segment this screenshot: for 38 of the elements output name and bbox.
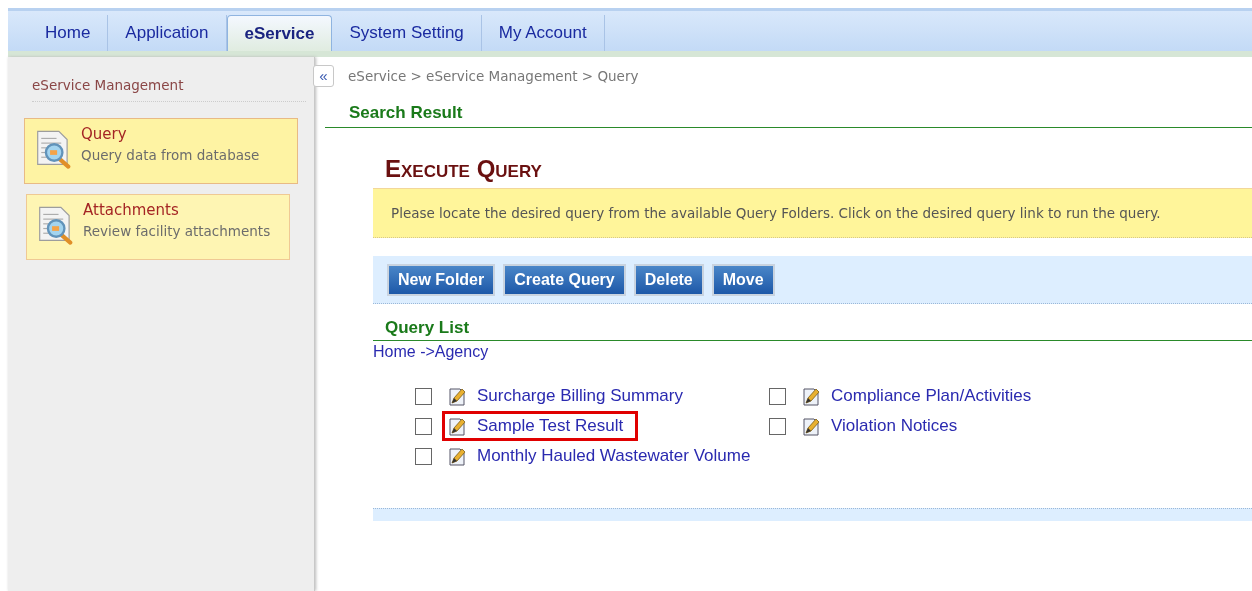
action-button[interactable]: Delete bbox=[633, 264, 704, 296]
edit-document-icon bbox=[801, 386, 821, 406]
nav-tab[interactable]: My Account bbox=[481, 15, 605, 51]
checkbox[interactable] bbox=[415, 417, 432, 435]
query-list-title: Query List bbox=[373, 304, 1252, 341]
page-title: Execute Query bbox=[385, 155, 543, 183]
highlighted-query-link[interactable]: Sample Test Result bbox=[442, 411, 639, 441]
checkbox[interactable] bbox=[415, 447, 432, 465]
action-button[interactable]: New Folder bbox=[387, 264, 496, 296]
sidebar-item[interactable]: Attachments Review facility attachments bbox=[26, 194, 290, 260]
query-link[interactable]: Violation Notices bbox=[796, 411, 973, 441]
edit-document-icon bbox=[447, 416, 467, 436]
edit-document-icon bbox=[447, 386, 467, 406]
query-link[interactable]: Monthly Hauled Wastewater Volume bbox=[442, 441, 766, 471]
sidebar-item-description: Query data from database bbox=[81, 147, 260, 163]
checkbox[interactable] bbox=[769, 387, 786, 405]
checkbox[interactable] bbox=[415, 387, 432, 405]
sidebar-item[interactable]: Query Query data from database bbox=[24, 118, 298, 184]
section-title: Search Result bbox=[325, 95, 1252, 128]
sidebar-title: eService Management bbox=[32, 77, 306, 102]
query-link[interactable]: Compliance Plan/Activities bbox=[796, 381, 1047, 411]
notice-text: Please locate the desired query from the available Query Folders. Click on the desired query link to run the query. bbox=[391, 205, 1161, 221]
edit-document-icon bbox=[447, 446, 467, 466]
edit-document-icon bbox=[801, 416, 821, 436]
breadcrumb: eService > eService Management > Query bbox=[348, 68, 639, 84]
nav-tab[interactable]: System Setting bbox=[332, 15, 482, 51]
nav-tab[interactable]: Home bbox=[28, 15, 109, 51]
nav-tab[interactable]: Application bbox=[108, 15, 227, 51]
sidebar-item-title: Attachments bbox=[83, 201, 180, 219]
folder-path-link[interactable]: Home ->Agency bbox=[373, 343, 1252, 361]
sidebar-item-description: Review facility attachments bbox=[83, 223, 271, 239]
sidebar-item-title: Query bbox=[81, 125, 128, 143]
checkbox[interactable] bbox=[769, 417, 786, 435]
nav-tab[interactable]: eService bbox=[226, 15, 333, 51]
action-button[interactable]: Move bbox=[711, 264, 775, 296]
query-link[interactable]: Surcharge Billing Summary bbox=[442, 381, 698, 411]
action-button[interactable]: Create Query bbox=[503, 264, 626, 296]
collapse-button[interactable]: « bbox=[313, 65, 334, 87]
